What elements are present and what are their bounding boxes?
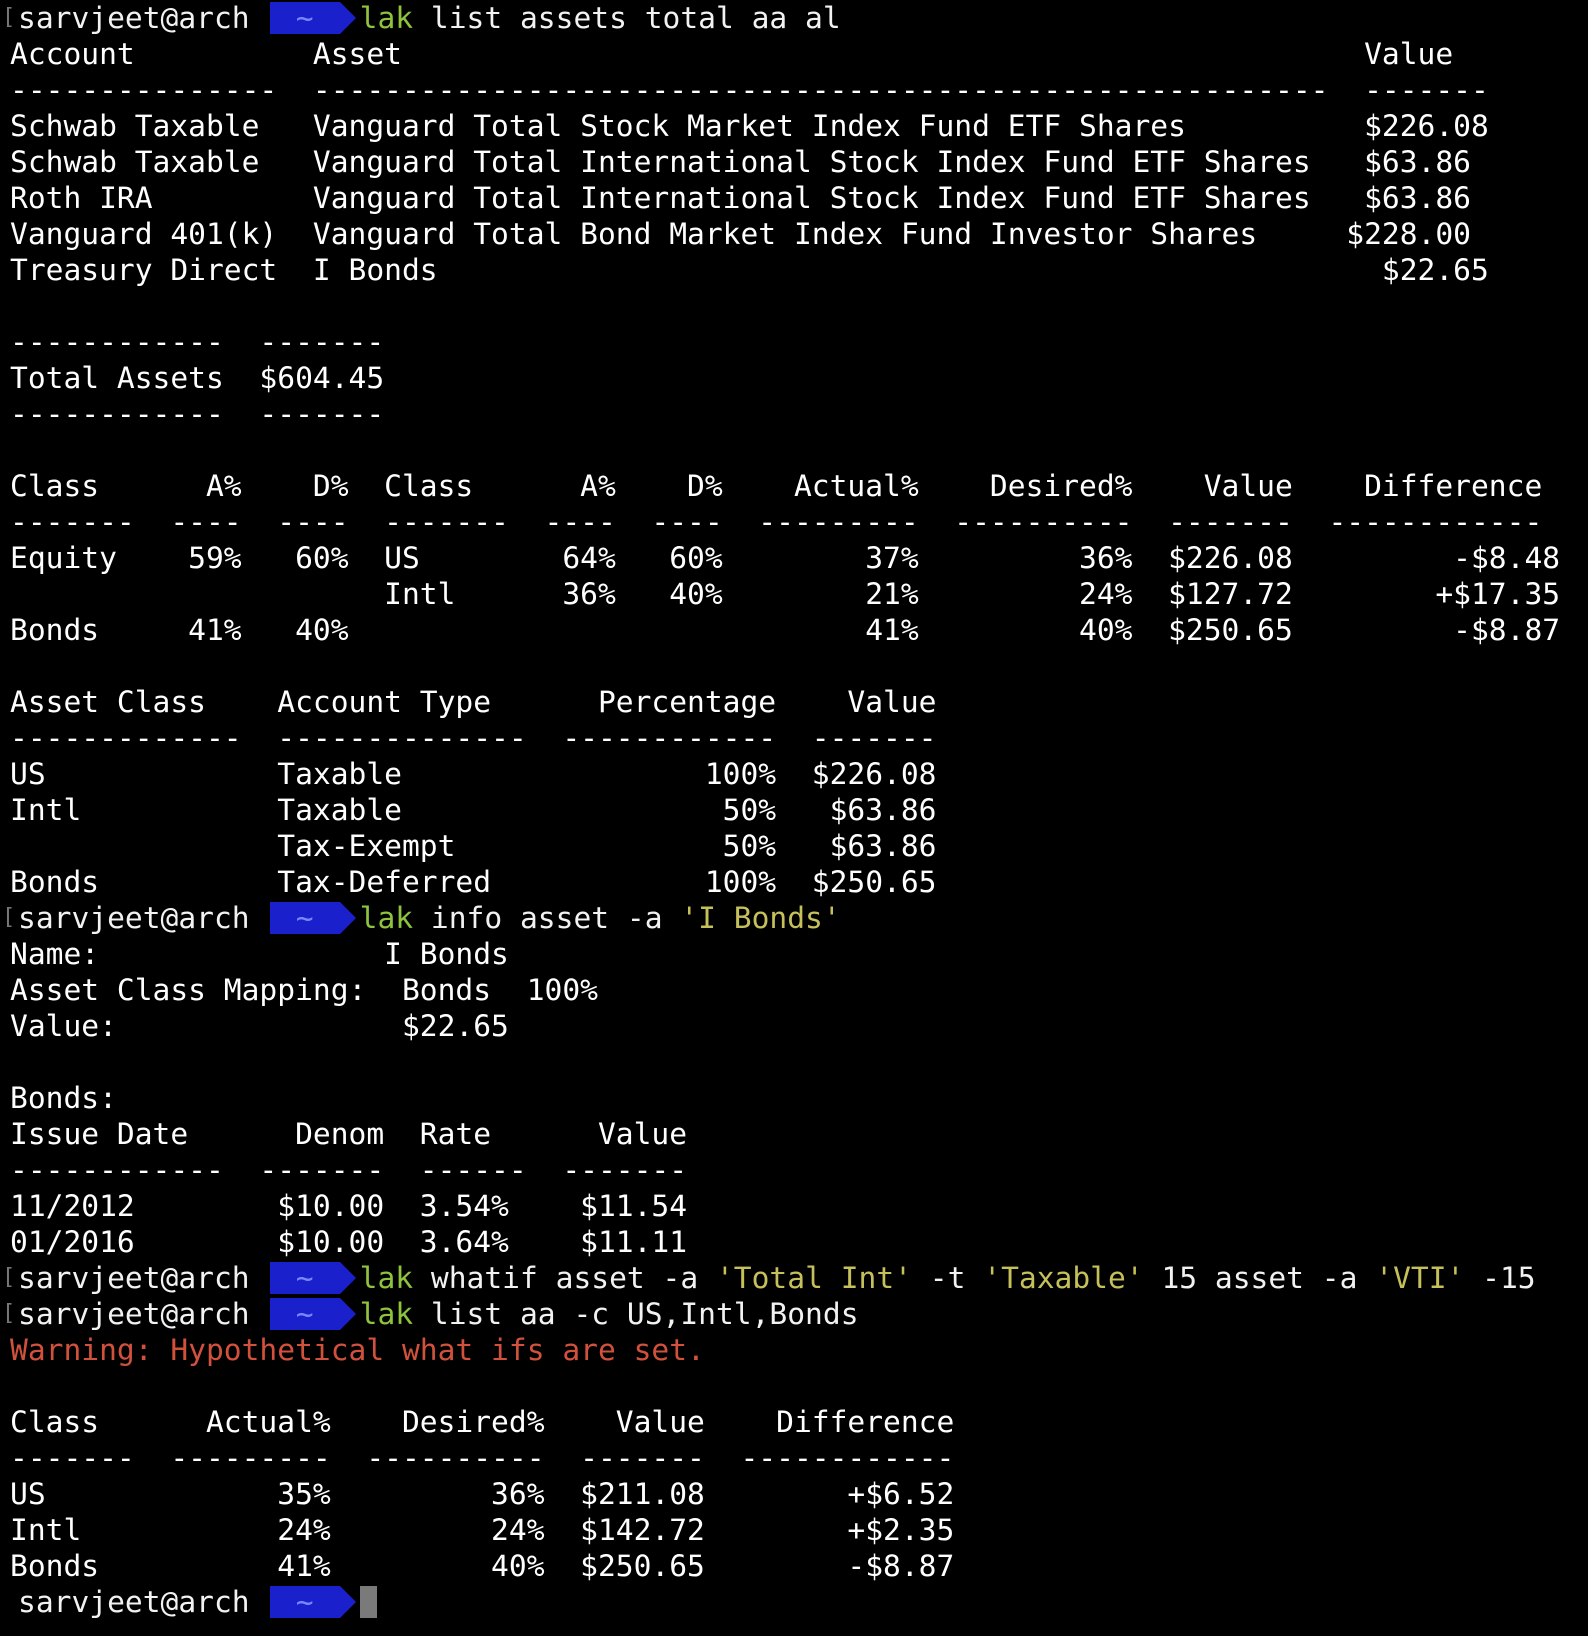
prompt-user-host: sarvjeet@arch [18,1297,250,1331]
prompt-bracket: [ [2,1301,16,1326]
output-line: --------------- ------------------------… [10,73,1489,107]
output-line: ------------ ------- ------ ------- [10,1153,688,1187]
output-line: ------- --------- ---------- ------- ---… [10,1441,955,1475]
output-line: US Taxable 100% $226.08 [10,757,937,791]
command-arg: -t [911,1261,984,1295]
output-line: Issue Date Denom Rate Value [10,1117,688,1151]
output-line: 11/2012 $10.00 3.54% $11.54 [10,1189,688,1223]
output-line: Class Actual% Desired% Value Difference [10,1405,955,1439]
prompt-dir-badge: ~ [269,1262,356,1294]
output-line: Intl 36% 40% 21% 24% $127.72 +$17.35 [10,577,1561,611]
output-line: US 35% 36% $211.08 +$6.52 [10,1477,955,1511]
command-quoted-arg: 'Taxable' [983,1261,1144,1295]
warning-line: Warning: Hypothetical what ifs are set. [10,1333,705,1367]
command-arg: whatif asset -a [430,1261,716,1295]
prompt-dir-badge: ~ [269,1586,356,1618]
output-line: ------------- -------------- -----------… [10,721,937,755]
command-name: lak [359,1297,414,1331]
output-line: Asset Class Account Type Percentage Valu… [10,685,937,719]
command-line: [sarvjeet@arch ~ lak list assets total aa … [2,0,1588,36]
output-line: Vanguard 401(k) Vanguard Total Bond Mark… [10,217,1471,251]
output-line: Bonds 41% 40% $250.65 -$8.87 [10,1549,955,1583]
output-line: Treasury Direct I Bonds $22.65 [10,253,1489,287]
output-line: ------------ ------- [10,397,385,431]
terminal-window[interactable]: [sarvjeet@arch ~ lak list assets total aa … [0,0,1588,1620]
output-line: Bonds 41% 40% 41% 40% $250.65 -$8.87 [10,613,1561,647]
output-line: Class A% D% Class A% D% Actual% Desired%… [10,469,1543,503]
prompt-dir-badge: ~ [269,1298,356,1330]
command-quoted-arg: 'Total Int' [715,1261,912,1295]
output-line: ------------ ------- [10,325,385,359]
output-line: 01/2016 $10.00 3.64% $11.11 [10,1225,688,1259]
output-line: Equity 59% 60% US 64% 60% 37% 36% $226.0… [10,541,1561,575]
prompt-bracket: [ [2,905,16,930]
prompt-user-host: sarvjeet@arch [18,901,250,935]
prompt-dir-badge: ~ [269,2,356,34]
prompt-dir-badge: ~ [269,902,356,934]
output-line: Intl 24% 24% $142.72 +$2.35 [10,1513,955,1547]
command-arg: list assets total aa al [430,1,841,35]
output-line: Bonds: [10,1081,117,1115]
command-arg: info asset -a [430,901,681,935]
prompt-user-host: sarvjeet@arch [18,1585,250,1619]
output-line: Bonds Tax-Deferred 100% $250.65 [10,865,937,899]
command-arg: list aa -c US,Intl,Bonds [430,1297,859,1331]
command-arg: 15 asset -a [1143,1261,1376,1295]
prompt-user-host: sarvjeet@arch [18,1261,250,1295]
command-arg: -15 [1464,1261,1536,1295]
output-line: Schwab Taxable Vanguard Total Stock Mark… [10,109,1489,143]
output-line: Roth IRA Vanguard Total International St… [10,181,1471,215]
text-cursor[interactable] [359,1586,377,1618]
output-line: Intl Taxable 50% $63.86 [10,793,937,827]
output-line: Schwab Taxable Vanguard Total Internatio… [10,145,1471,179]
command-line: [sarvjeet@arch ~ lak whatif asset -a 'Tota… [2,1260,1588,1296]
output-line: Asset Class Mapping: Bonds 100% [10,973,598,1007]
output-line: Name: I Bonds [10,937,509,971]
output-line: ------- ---- ---- ------- ---- ---- ----… [10,505,1543,539]
active-prompt: sarvjeet@arch ~ [10,1584,1588,1620]
command-name: lak [359,1,414,35]
command-name: lak [359,901,414,935]
command-name: lak [359,1261,414,1295]
prompt-user-host: sarvjeet@arch [18,1,250,35]
prompt-bracket: [ [2,1265,16,1290]
prompt-bracket: [ [2,5,16,30]
command-line: [sarvjeet@arch ~ lak info asset -a 'I Bond… [2,900,1588,936]
command-quoted-arg: 'VTI' [1375,1261,1465,1295]
output-line: Account Asset Value [10,37,1454,71]
command-quoted-arg: 'I Bonds' [680,901,841,935]
command-line: [sarvjeet@arch ~ lak list aa -c US,Intl,Bo… [2,1296,1588,1332]
output-line: Tax-Exempt 50% $63.86 [10,829,937,863]
output-line: Value: $22.65 [10,1009,509,1043]
output-line: Total Assets $604.45 [10,361,385,395]
